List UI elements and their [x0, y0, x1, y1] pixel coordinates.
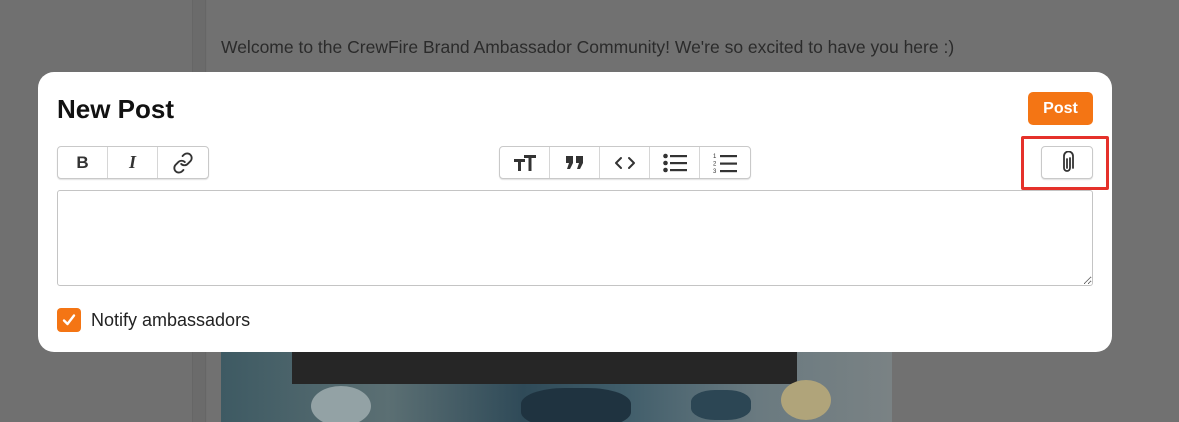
bullet-list-icon: [662, 153, 687, 172]
link-icon: [173, 151, 193, 174]
notify-ambassadors-label: Notify ambassadors: [91, 309, 251, 330]
bold-icon: B: [76, 152, 89, 172]
code-button[interactable]: [600, 147, 650, 178]
heading-button[interactable]: [500, 147, 550, 178]
svg-text:2: 2: [713, 161, 717, 167]
svg-text:1: 1: [713, 154, 717, 160]
paperclip-icon: [1063, 150, 1074, 172]
quote-icon: [565, 155, 583, 169]
notify-ambassadors-checkbox[interactable]: [57, 308, 81, 332]
attach-toolbar-group: [1041, 146, 1093, 179]
heading-icon: [513, 154, 536, 171]
italic-icon: I: [128, 152, 136, 172]
link-button[interactable]: [158, 147, 208, 178]
new-post-modal: New Post Post B I 1 2 3 Notify ambassado…: [38, 72, 1112, 352]
attach-file-button[interactable]: [1042, 147, 1092, 178]
bold-button[interactable]: B: [58, 147, 108, 178]
numbered-list-button[interactable]: 1 2 3: [700, 147, 750, 178]
quote-button[interactable]: [550, 147, 600, 178]
notify-ambassadors-option: Notify ambassadors: [57, 308, 250, 332]
italic-button[interactable]: I: [108, 147, 158, 178]
code-icon: [614, 156, 635, 169]
post-button[interactable]: Post: [1028, 92, 1093, 125]
bullet-list-button[interactable]: [650, 147, 700, 178]
welcome-message: Welcome to the CrewFire Brand Ambassador…: [221, 37, 955, 57]
background-post-image: [221, 350, 892, 422]
modal-title: New Post: [57, 94, 175, 124]
block-toolbar-group: 1 2 3: [499, 146, 751, 179]
checkmark-icon: [62, 314, 76, 326]
format-toolbar-group: B I: [57, 146, 209, 179]
post-body-editor[interactable]: [57, 190, 1093, 286]
numbered-list-icon: 1 2 3: [713, 154, 737, 174]
svg-text:3: 3: [713, 169, 717, 174]
